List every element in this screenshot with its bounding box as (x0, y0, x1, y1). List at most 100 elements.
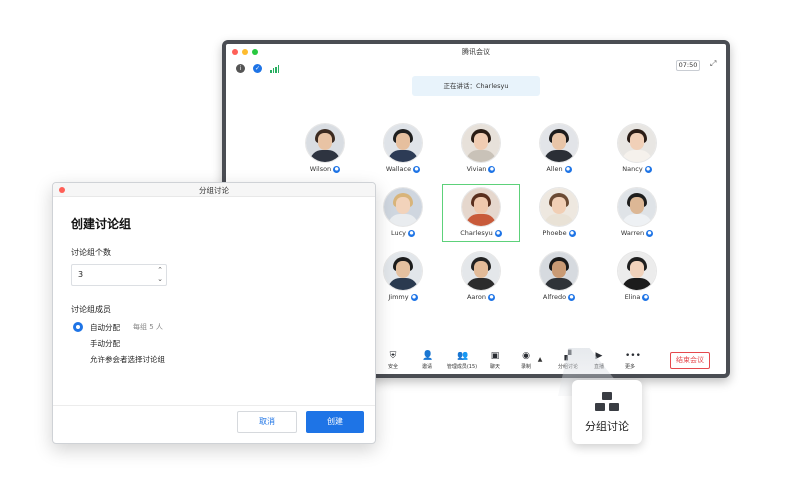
dialog-divider (53, 405, 375, 406)
security-shield-icon[interactable]: ✓ (253, 64, 262, 73)
callout-label: 分组讨论 (585, 420, 629, 433)
participant-name: Warren (620, 229, 645, 237)
stage: 腾讯会议 i ✓ 07:50 ⤢ 正在讲话：Charlesyu Wilson ● W… (0, 0, 800, 483)
participant-name: Phoebe (542, 229, 567, 237)
shield-icon: ⛨ (389, 351, 397, 361)
participant-name: Wilson (309, 165, 332, 173)
avatar (618, 252, 656, 290)
avatar (618, 188, 656, 226)
avatar (384, 252, 422, 290)
avatar (540, 124, 578, 162)
participant-tile[interactable]: Vivian ● (442, 124, 520, 182)
more-icon: ••• (625, 351, 641, 361)
participant-name: Vivian (466, 165, 487, 173)
toolbar-security-label: 安全 (387, 364, 398, 370)
microphone-icon: ● (642, 293, 650, 301)
breakout-icon (594, 392, 620, 412)
toolbar-chat-button[interactable]: ▣ 聊天 (480, 351, 510, 371)
toolbar-invite-label: 邀请 (421, 364, 432, 370)
meeting-titlebar: 腾讯会议 (226, 44, 726, 60)
avatar (540, 252, 578, 290)
record-options-chevron-icon[interactable]: ▲ (535, 356, 545, 363)
self-select-option[interactable]: 允许参会者选择讨论组 (90, 354, 165, 365)
toolbar-members-label: 管理成员(15) (446, 364, 478, 370)
participant-name-row: Allen ● (520, 165, 598, 173)
meeting-title: 腾讯会议 (462, 48, 490, 56)
participant-tile[interactable]: Phoebe ● (520, 188, 598, 246)
microphone-icon: ● (646, 229, 654, 237)
participant-name-row: Vivian ● (442, 165, 520, 173)
participant-tile[interactable]: Aaron ● (442, 252, 520, 310)
participant-name: Allen (546, 165, 563, 173)
toolbar-members-button[interactable]: 👥 管理成员(15) (442, 351, 482, 371)
participant-tile[interactable]: Wallace ● (364, 124, 442, 182)
participant-name: Nancy (622, 165, 643, 173)
participant-name-row: Alfredo ● (520, 293, 598, 301)
microphone-icon: ● (644, 165, 652, 173)
dialog-title: 分组讨论 (199, 186, 229, 195)
avatar (306, 124, 344, 162)
stepper-arrows[interactable]: ⌃ ⌄ (157, 266, 163, 284)
participant-name-row: Wallace ● (364, 165, 442, 173)
dialog-heading: 创建讨论组 (71, 217, 132, 231)
end-meeting-button[interactable]: 结束会议 (670, 352, 710, 369)
network-signal-icon[interactable] (270, 64, 279, 73)
microphone-icon: ● (488, 293, 496, 301)
microphone-icon: ● (568, 293, 576, 301)
breakout-dialog: 分组讨论 创建讨论组 讨论组个数 3 ⌃ ⌄ 讨论组成员 自动分配 每组 5 人… (52, 182, 376, 444)
participant-name-row: Elina ● (598, 293, 676, 301)
auto-assign-radio[interactable] (73, 322, 83, 332)
participant-tile[interactable]: Allen ● (520, 124, 598, 182)
participant-name: Charlesyu (460, 229, 493, 237)
group-count-stepper[interactable]: 3 ⌃ ⌄ (71, 264, 167, 286)
participant-tile[interactable]: Wilson ● (286, 124, 364, 182)
avatar (462, 252, 500, 290)
participant-name: Wallace (385, 165, 412, 173)
avatar (384, 188, 422, 226)
invite-icon: 👤 (422, 351, 434, 361)
members-icon: 👥 (457, 351, 469, 361)
info-icon[interactable]: i (236, 64, 245, 73)
participant-tile[interactable]: Warren ● (598, 188, 676, 246)
avatar (618, 124, 656, 162)
group-count-value[interactable]: 3 (78, 270, 83, 279)
participant-name: Jimmy (388, 293, 409, 301)
participant-tile[interactable]: Charlesyu ● (442, 184, 520, 242)
participant-name: Elina (624, 293, 641, 301)
speaking-banner: 正在讲话：Charlesyu (412, 76, 540, 96)
breakout-callout: 分组讨论 (572, 380, 642, 444)
participant-name-row: Charlesyu ● (443, 229, 519, 237)
chevron-up-icon[interactable]: ⌃ (157, 266, 163, 274)
manual-assign-option[interactable]: 手动分配 (90, 338, 120, 349)
microphone-icon: ● (410, 293, 418, 301)
participant-tile[interactable]: Alfredo ● (520, 252, 598, 310)
participant-name-row: Aaron ● (442, 293, 520, 301)
participant-name-row: Phoebe ● (520, 229, 598, 237)
participant-name: Alfredo (542, 293, 567, 301)
group-members-label: 讨论组成员 (71, 305, 111, 314)
chevron-down-icon[interactable]: ⌄ (157, 275, 163, 283)
dialog-titlebar: 分组讨论 (53, 183, 375, 197)
toolbar-record-label: 录制 (520, 364, 531, 370)
microphone-icon: ● (488, 165, 496, 173)
microphone-icon: ● (568, 229, 576, 237)
toolbar-invite-button[interactable]: 👤 邀请 (412, 351, 442, 371)
chat-icon: ▣ (490, 351, 500, 361)
microphone-icon: ● (333, 165, 341, 173)
avatar (462, 188, 500, 226)
meeting-timer: 07:50 (676, 60, 700, 71)
microphone-icon: ● (408, 229, 416, 237)
record-icon: ◉ (522, 351, 530, 361)
create-button[interactable]: 创建 (306, 411, 364, 433)
avatar (540, 188, 578, 226)
toolbar-security-button[interactable]: ⛨ 安全 (378, 351, 408, 371)
toolbar-more-button[interactable]: ••• 更多 (615, 351, 645, 371)
participant-tile[interactable]: Nancy ● (598, 124, 676, 182)
auto-assign-option[interactable]: 自动分配 (90, 322, 120, 333)
group-count-label: 讨论组个数 (71, 248, 111, 257)
auto-assign-hint: 每组 5 人 (133, 323, 163, 331)
participant-tile[interactable]: Elina ● (598, 252, 676, 310)
participant-name-row: Wilson ● (286, 165, 364, 173)
fullscreen-icon[interactable]: ⤢ (710, 60, 718, 68)
cancel-button[interactable]: 取消 (237, 411, 297, 433)
